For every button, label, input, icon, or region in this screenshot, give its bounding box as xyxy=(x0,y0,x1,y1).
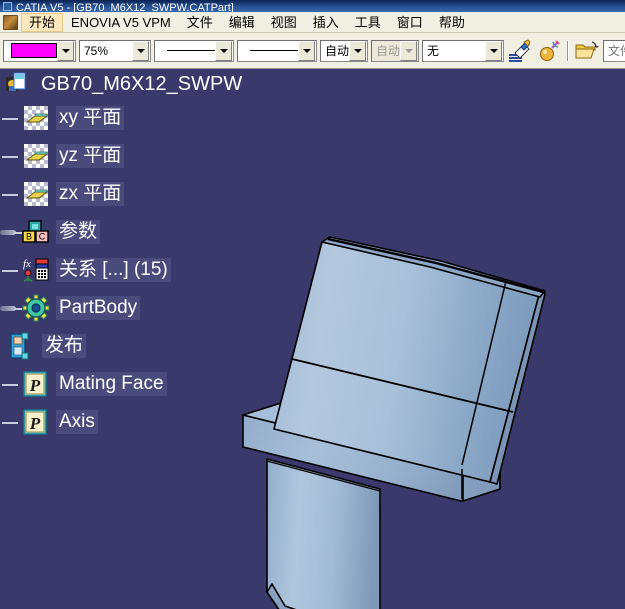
tree-item-label[interactable]: yz 平面 xyxy=(56,144,125,168)
tree-item-partbody[interactable]: PartBody xyxy=(0,289,300,327)
color-combo-face xyxy=(4,41,57,61)
catia-logo-icon xyxy=(3,2,12,11)
menu-enovia[interactable]: ENOVIA V5 VPM xyxy=(63,13,179,32)
publication-p-icon: P xyxy=(22,408,50,436)
toolbar-separator xyxy=(567,40,569,61)
tree-item-label[interactable]: 发布 xyxy=(42,334,87,358)
publication-p-icon: P xyxy=(22,370,50,398)
title-bar: CATIA V5 - [GB70_M6X12_SWPW.CATPart] xyxy=(0,0,625,12)
menu-help[interactable]: 帮助 xyxy=(431,13,473,32)
tree-connector xyxy=(0,137,22,175)
graphic-properties-toolbar: 75% 自动 自动 无 文 xyxy=(0,33,625,69)
painter-brush-icon xyxy=(509,38,531,62)
point-size-value: 自动 xyxy=(376,44,400,58)
menu-window[interactable]: 窗口 xyxy=(389,13,431,32)
part-document-icon xyxy=(6,72,26,96)
transparency-combo-arrow[interactable] xyxy=(132,40,149,61)
tree-item-label[interactable]: xy 平面 xyxy=(56,106,125,130)
tree-item-label[interactable]: 参数 xyxy=(56,220,101,244)
menu-file[interactable]: 文件 xyxy=(179,13,221,32)
point-symbol-value: 自动 xyxy=(325,44,349,58)
menu-bar: 开始 ENOVIA V5 VPM 文件 编辑 视图 插入 工具 窗口 帮助 xyxy=(0,12,625,33)
line-type-preview xyxy=(250,50,298,51)
svg-text:fx: fx xyxy=(23,258,31,270)
line-thickness-combo-arrow[interactable] xyxy=(215,40,232,61)
transparency-value: 75% xyxy=(84,43,109,58)
point-symbol-combo[interactable]: 自动 xyxy=(320,39,368,62)
point-symbol-combo-arrow[interactable] xyxy=(349,40,366,61)
line-type-face xyxy=(238,41,298,61)
tree-item-label[interactable]: PartBody xyxy=(56,296,141,320)
specification-tree: GB70_M6X12_SWPW xy 平面 yz 平面 zx 平面 B C 参数… xyxy=(0,69,300,441)
tree-item-relations[interactable]: fx 关系 [...] (15) xyxy=(0,251,300,289)
parameters-icon: B C xyxy=(22,218,50,246)
tree-item-yz-plane[interactable]: yz 平面 xyxy=(0,137,300,175)
render-style-value: 无 xyxy=(427,44,440,58)
tree-item-zx-plane[interactable]: zx 平面 xyxy=(0,175,300,213)
window-title: CATIA V5 - [GB70_M6X12_SWPW.CATPart] xyxy=(16,2,234,13)
tree-item-mating-face[interactable]: P Mating Face xyxy=(0,365,300,403)
line-thickness-combo[interactable] xyxy=(154,39,234,62)
color-combo-arrow[interactable] xyxy=(57,40,74,61)
tree-connector xyxy=(0,99,22,137)
tree-item-parameters[interactable]: B C 参数 xyxy=(0,213,300,251)
line-type-combo[interactable] xyxy=(237,39,317,62)
painter-brush-button[interactable] xyxy=(507,38,533,64)
tree-connector xyxy=(0,289,22,327)
menu-view[interactable]: 视图 xyxy=(263,13,305,32)
render-style-combo-arrow[interactable] xyxy=(485,40,502,61)
svg-text:P: P xyxy=(29,414,41,433)
menu-insert[interactable]: 插入 xyxy=(305,13,347,32)
plane-icon xyxy=(22,180,50,208)
tree-root-node[interactable]: GB70_M6X12_SWPW xyxy=(0,69,300,99)
catia-application-window: CATIA V5 - [GB70_M6X12_SWPW.CATPart] 开始 … xyxy=(0,0,625,609)
tree-connector xyxy=(0,403,22,441)
tree-item-label[interactable]: 关系 [...] (15) xyxy=(56,258,171,282)
bolt-shank xyxy=(266,458,381,609)
color-combo[interactable] xyxy=(3,39,76,62)
menu-edit[interactable]: 编辑 xyxy=(221,13,263,32)
plane-icon xyxy=(22,142,50,170)
publications-icon xyxy=(8,332,36,360)
tree-item-label[interactable]: Mating Face xyxy=(56,372,167,396)
tree-item-xy-plane[interactable]: xy 平面 xyxy=(0,99,300,137)
open-file-button[interactable] xyxy=(574,38,600,64)
file-type-value: 文件 xyxy=(608,44,625,58)
relations-icon: fx xyxy=(22,256,50,284)
system-menu-icon[interactable] xyxy=(3,14,18,30)
svg-text:B: B xyxy=(26,232,32,242)
render-style-combo[interactable]: 无 xyxy=(422,39,504,62)
transparency-combo[interactable]: 75% xyxy=(79,39,151,62)
svg-text:P: P xyxy=(29,376,41,395)
tree-root-label[interactable]: GB70_M6X12_SWPW xyxy=(38,72,245,96)
tree-connector xyxy=(0,365,22,403)
apply-material-icon xyxy=(540,39,560,61)
tree-item-publications[interactable]: 发布 xyxy=(0,327,300,365)
menu-start[interactable]: 开始 xyxy=(21,12,64,32)
file-type-combo[interactable]: 文件 xyxy=(603,39,625,62)
point-size-combo: 自动 xyxy=(371,39,419,62)
open-folder-icon xyxy=(575,40,599,58)
color-swatch xyxy=(11,43,57,58)
tree-item-label[interactable]: Axis xyxy=(56,410,98,434)
line-thickness-face xyxy=(155,41,215,61)
line-type-combo-arrow[interactable] xyxy=(298,40,315,61)
tree-item-axis[interactable]: P Axis xyxy=(0,403,300,441)
tree-connector xyxy=(0,251,22,289)
svg-text:C: C xyxy=(39,232,46,242)
tree-item-label[interactable]: zx 平面 xyxy=(56,182,125,206)
apply-material-button[interactable] xyxy=(536,38,562,64)
tree-connector xyxy=(0,213,22,251)
partbody-gear-icon xyxy=(22,294,50,322)
menu-tools[interactable]: 工具 xyxy=(347,13,389,32)
point-size-combo-arrow xyxy=(400,40,417,61)
line-thickness-preview xyxy=(167,50,215,51)
tree-connector xyxy=(0,175,22,213)
plane-icon xyxy=(22,104,50,132)
